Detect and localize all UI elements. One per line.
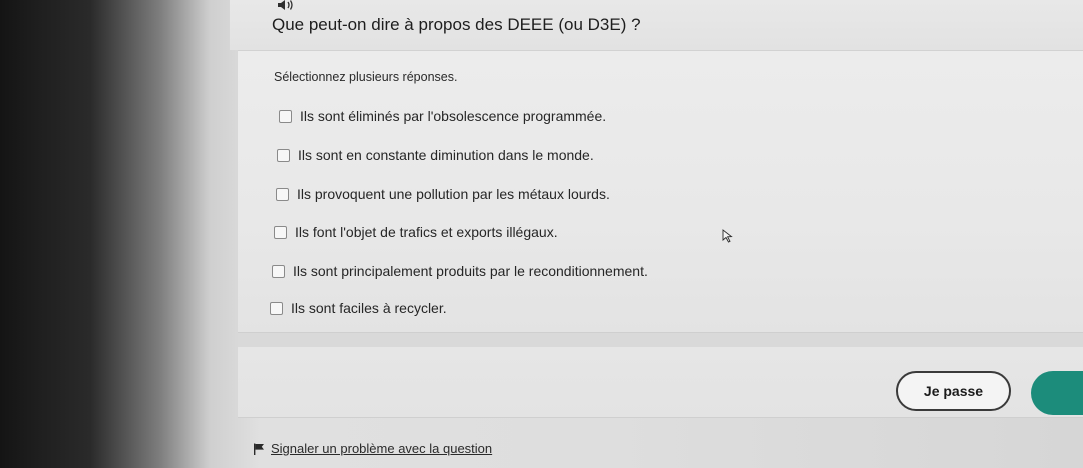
report-problem-label[interactable]: Signaler un problème avec la question — [271, 441, 492, 456]
instruction-text: Sélectionnez plusieurs réponses. — [274, 70, 458, 84]
checkbox[interactable] — [272, 264, 285, 278]
speaker-icon[interactable] — [277, 0, 295, 10]
answer-option-label: Ils font l'objet de trafics et exports i… — [295, 224, 558, 240]
answer-option-2[interactable]: Ils sont en constante diminution dans le… — [277, 147, 594, 163]
validate-button[interactable] — [1031, 371, 1083, 415]
answer-option-label: Ils sont faciles à recycler. — [291, 300, 447, 316]
flag-icon — [254, 443, 264, 455]
checkbox[interactable] — [270, 301, 283, 315]
checkbox[interactable] — [279, 109, 292, 123]
checkbox[interactable] — [277, 148, 290, 162]
report-problem-link[interactable]: Signaler un problème avec la question — [253, 441, 492, 456]
answer-option-1[interactable]: Ils sont éliminés par l'obsolescence pro… — [279, 108, 606, 124]
answer-option-label: Ils sont éliminés par l'obsolescence pro… — [300, 108, 607, 124]
answer-option-3[interactable]: Ils provoquent une pollution par les mét… — [276, 186, 610, 202]
answer-option-6[interactable]: Ils sont faciles à recycler. — [270, 300, 447, 316]
skip-button[interactable]: Je passe — [896, 371, 1011, 411]
separator — [238, 332, 1083, 348]
answer-option-4[interactable]: Ils font l'objet de trafics et exports i… — [274, 224, 558, 240]
mouse-cursor-icon — [722, 229, 733, 243]
checkbox[interactable] — [274, 225, 287, 239]
answer-option-label: Ils sont principalement produits par le … — [293, 263, 648, 279]
answer-option-5[interactable]: Ils sont principalement produits par le … — [272, 263, 648, 279]
answer-option-label: Ils provoquent une pollution par les mét… — [297, 186, 610, 202]
answer-option-label: Ils sont en constante diminution dans le… — [298, 147, 594, 163]
checkbox[interactable] — [276, 187, 289, 201]
question-title: Que peut-on dire à propos des DEEE (ou D… — [272, 15, 641, 34]
